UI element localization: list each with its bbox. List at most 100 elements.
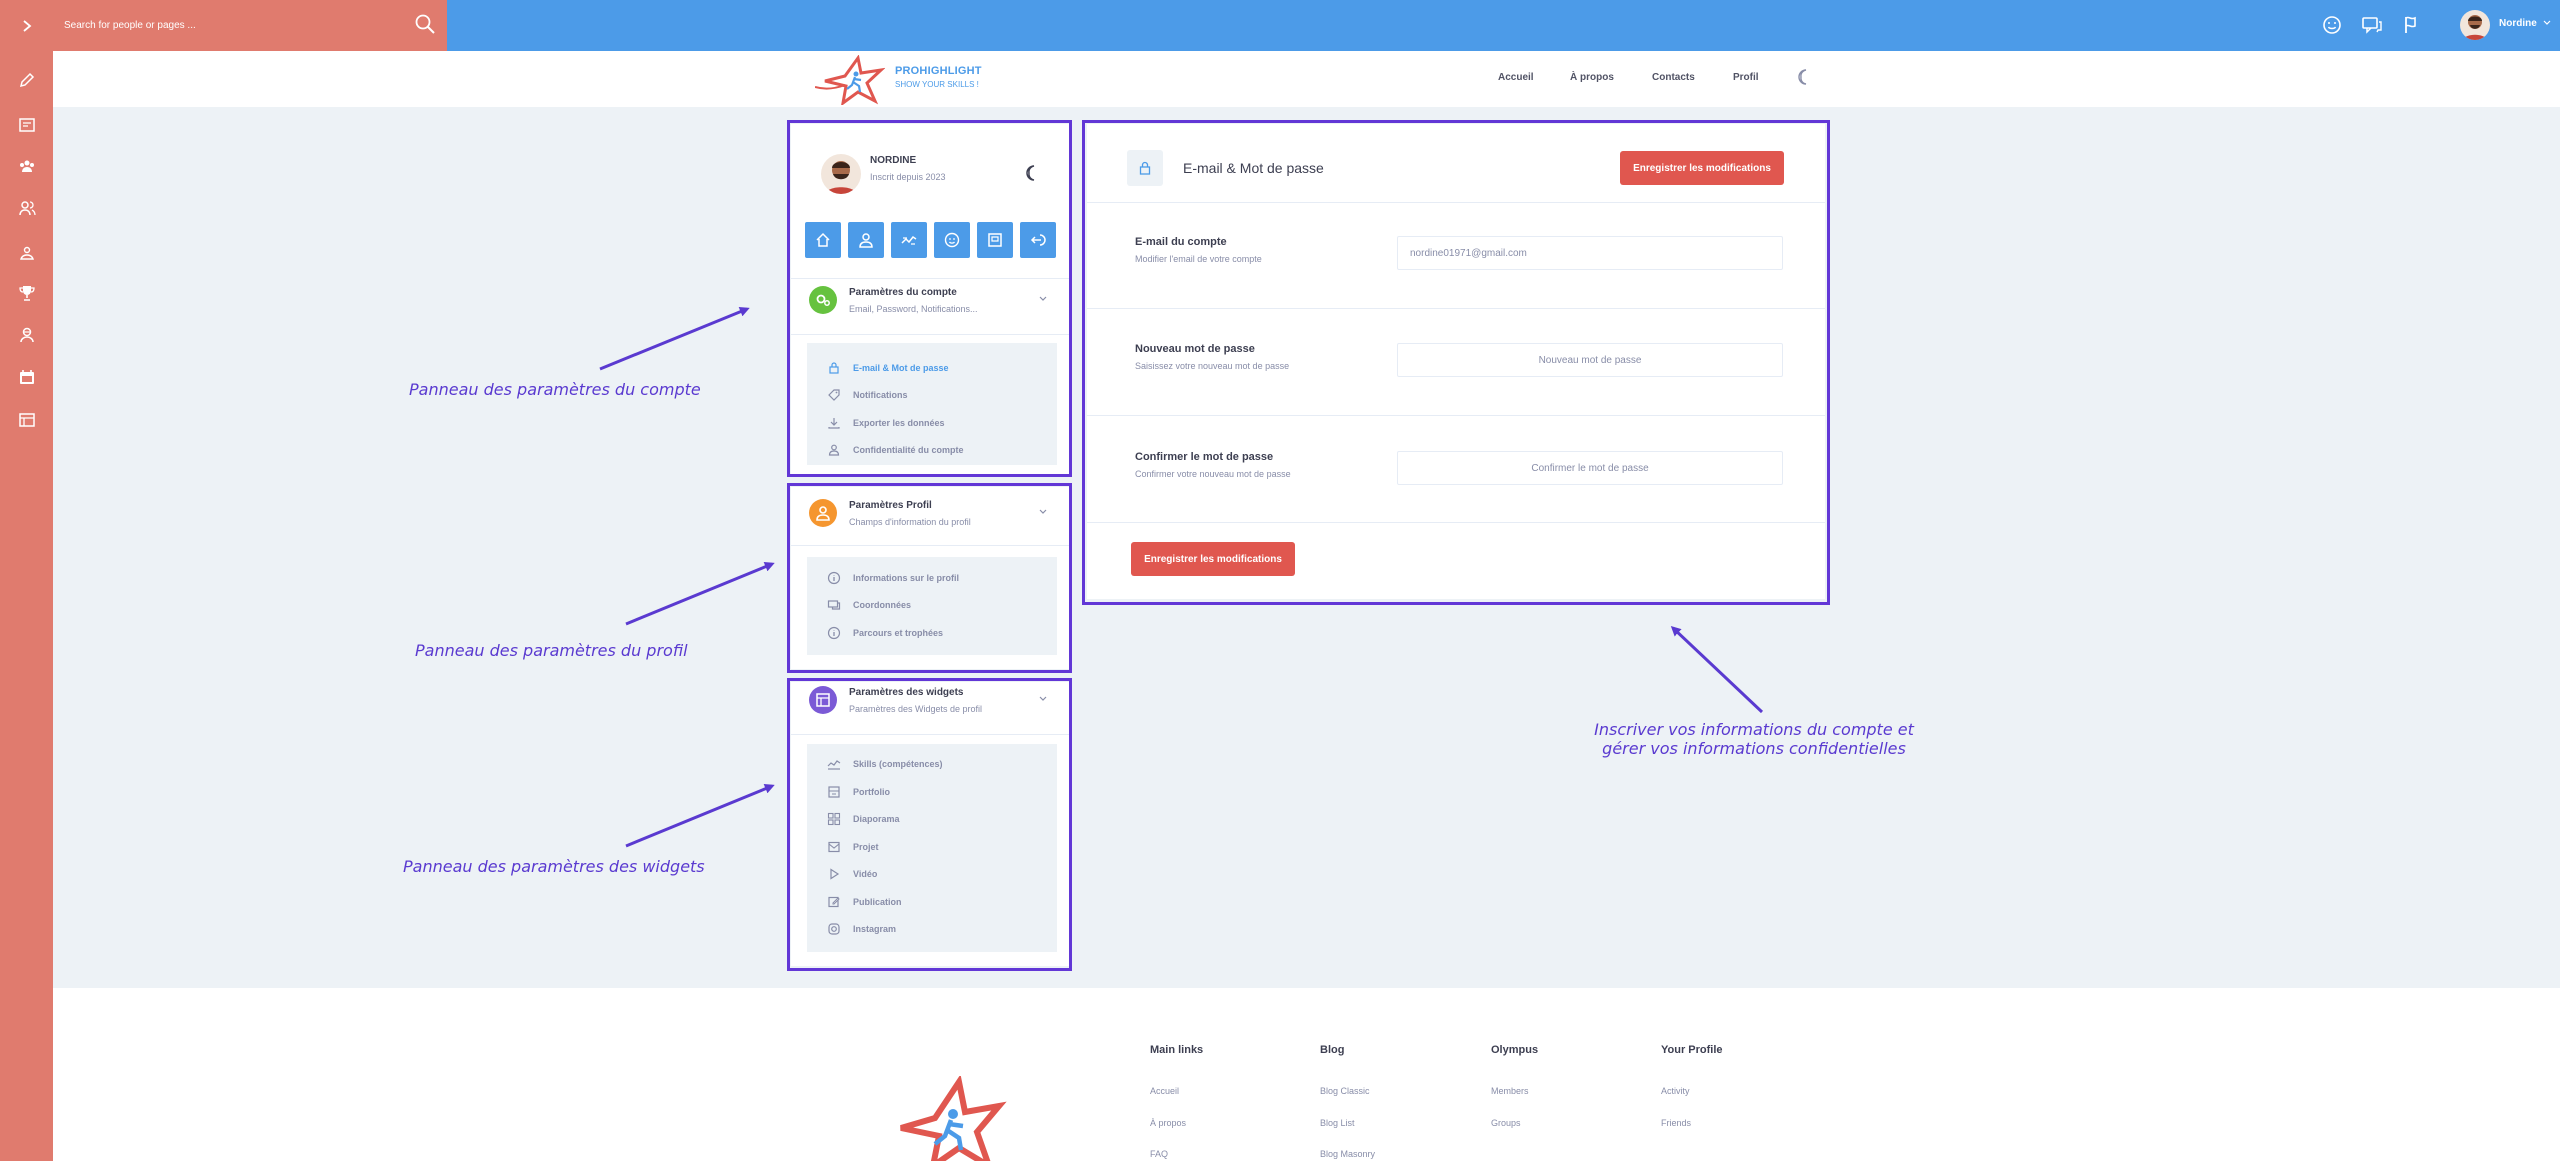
brand-tagline: SHOW YOUR SKILLS ! xyxy=(895,80,979,89)
menu-contact-details[interactable]: Coordonnées xyxy=(827,597,911,613)
menu-account-privacy[interactable]: Confidentialité du compte xyxy=(827,442,964,458)
brand-name: PROHIGHLIGHT xyxy=(895,65,982,77)
search-bar xyxy=(53,0,447,51)
save-button-bottom[interactable]: Enregistrer les modifications xyxy=(1131,542,1295,576)
menu-career-trophies[interactable]: Parcours et trophées xyxy=(827,625,943,641)
profile-button[interactable] xyxy=(848,222,884,258)
account-settings-menu: E-mail & Mot de passe Notifications Expo… xyxy=(807,343,1057,465)
footer-col-title: Your Profile xyxy=(1661,1044,1723,1056)
widgets-icon xyxy=(809,686,837,714)
coach-icon[interactable] xyxy=(15,323,39,347)
dark-mode-icon[interactable] xyxy=(1795,68,1813,86)
page-icon xyxy=(987,232,1003,248)
trophy-icon[interactable] xyxy=(15,281,39,305)
chevron-down-icon[interactable] xyxy=(1039,696,1047,702)
annotation-form: Inscriver vos informations du compte et … xyxy=(1594,720,1914,758)
footer-link[interactable]: Accueil xyxy=(1150,1086,1179,1096)
footer-link[interactable]: Blog Classic xyxy=(1320,1086,1370,1096)
menu-publication[interactable]: Publication xyxy=(827,894,902,910)
edit-icon xyxy=(828,896,840,908)
profile-settings-menu: Informations sur le profil Coordonnées P… xyxy=(807,557,1057,655)
site-header: PROHIGHLIGHT SHOW YOUR SKILLS ! Accueil … xyxy=(53,51,2560,107)
profile-settings-header[interactable]: Paramètres Profil Champs d'information d… xyxy=(809,499,1054,529)
menu-notifications[interactable]: Notifications xyxy=(827,387,908,403)
search-input[interactable] xyxy=(64,13,394,37)
footer-link[interactable]: Members xyxy=(1491,1086,1529,1096)
menu-profile-info[interactable]: Informations sur le profil xyxy=(827,570,959,586)
chevron-down-icon[interactable] xyxy=(1039,296,1047,302)
profile-settings-panel: Paramètres Profil Champs d'information d… xyxy=(791,487,1069,669)
user-name[interactable]: Nordine xyxy=(2499,18,2537,29)
avatar[interactable] xyxy=(2460,10,2490,40)
confirm-password-label: Confirmer le mot de passe xyxy=(1135,451,1274,463)
confirm-password-field[interactable] xyxy=(1397,451,1783,485)
smiley-button[interactable] xyxy=(934,222,970,258)
sidebar-toggle-icon[interactable] xyxy=(0,0,53,51)
home-icon xyxy=(815,232,831,248)
nav-home[interactable]: Accueil xyxy=(1498,72,1534,83)
footer: Main links Accueil À propos FAQ Blog Blo… xyxy=(53,988,2560,1161)
page-button[interactable] xyxy=(977,222,1013,258)
calendar-icon[interactable] xyxy=(15,365,39,389)
dark-mode-icon[interactable] xyxy=(1023,164,1041,182)
confirm-password-help: Confirmer votre nouveau mot de passe xyxy=(1135,469,1291,479)
footer-link[interactable]: Activity xyxy=(1661,1086,1690,1096)
menu-export-data[interactable]: Exporter les données xyxy=(827,415,945,431)
pen-icon[interactable] xyxy=(15,68,39,92)
user-icon xyxy=(828,444,840,456)
home-button[interactable] xyxy=(805,222,841,258)
footer-link[interactable]: Groups xyxy=(1491,1118,1521,1128)
tag-icon xyxy=(828,389,840,401)
save-button[interactable]: Enregistrer les modifications xyxy=(1620,151,1784,185)
annotation-widgets: Panneau des paramètres des widgets xyxy=(403,857,705,876)
chat-icon[interactable] xyxy=(2360,13,2384,37)
account-settings-header[interactable]: Paramètres du compte Email, Password, No… xyxy=(809,286,1054,316)
logo[interactable] xyxy=(815,55,885,105)
menu-project[interactable]: Projet xyxy=(827,839,879,855)
section-title: Paramètres des widgets xyxy=(849,687,964,698)
menu-skills[interactable]: Skills (compétences) xyxy=(827,756,943,772)
email-label: E-mail du compte xyxy=(1135,236,1227,248)
nav-about[interactable]: À propos xyxy=(1570,72,1614,83)
menu-email-password[interactable]: E-mail & Mot de passe xyxy=(827,360,949,376)
email-field[interactable] xyxy=(1397,236,1783,270)
logout-icon xyxy=(1030,232,1046,248)
section-subtitle: Champs d'information du profil xyxy=(849,517,971,527)
skills-icon xyxy=(827,760,841,770)
group-icon[interactable] xyxy=(15,154,39,178)
new-password-field[interactable] xyxy=(1397,343,1783,377)
form-title: E-mail & Mot de passe xyxy=(1183,160,1324,176)
menu-slideshow[interactable]: Diaporama xyxy=(827,811,900,827)
nav-contacts[interactable]: Contacts xyxy=(1652,72,1695,83)
widget-settings-header[interactable]: Paramètres des widgets Paramètres des Wi… xyxy=(809,686,1054,716)
widgets-icon[interactable] xyxy=(15,408,39,432)
search-icon[interactable] xyxy=(414,13,436,35)
footer-link[interactable]: Friends xyxy=(1661,1118,1691,1128)
menu-portfolio[interactable]: Portfolio xyxy=(827,784,890,800)
footer-link[interactable]: Blog Masonry xyxy=(1320,1149,1375,1159)
menu-video[interactable]: Vidéo xyxy=(827,866,877,882)
logout-button[interactable] xyxy=(1020,222,1056,258)
info-icon xyxy=(827,571,841,585)
nav-profile[interactable]: Profil xyxy=(1733,72,1759,83)
annotation-profile: Panneau des paramètres du profil xyxy=(415,641,688,660)
footer-link[interactable]: Blog List xyxy=(1320,1118,1355,1128)
instagram-icon xyxy=(828,923,840,935)
avatar[interactable] xyxy=(821,154,861,194)
play-icon xyxy=(830,868,840,880)
lock-icon xyxy=(829,362,839,374)
flag-icon[interactable] xyxy=(2399,13,2423,37)
footer-col-title: Olympus xyxy=(1491,1044,1539,1056)
lock-icon xyxy=(1127,150,1163,186)
newsfeed-icon[interactable] xyxy=(15,113,39,137)
skills-button[interactable] xyxy=(891,222,927,258)
community-icon[interactable] xyxy=(15,242,39,266)
menu-instagram[interactable]: Instagram xyxy=(827,921,896,937)
section-title: Paramètres du compte xyxy=(849,287,957,298)
friends-icon[interactable] xyxy=(15,196,39,220)
footer-link[interactable]: FAQ xyxy=(1150,1149,1168,1159)
footer-link[interactable]: À propos xyxy=(1150,1118,1186,1128)
chevron-down-icon[interactable] xyxy=(1039,509,1047,515)
chevron-down-icon[interactable] xyxy=(2543,20,2551,26)
smiley-icon[interactable] xyxy=(2320,13,2344,37)
